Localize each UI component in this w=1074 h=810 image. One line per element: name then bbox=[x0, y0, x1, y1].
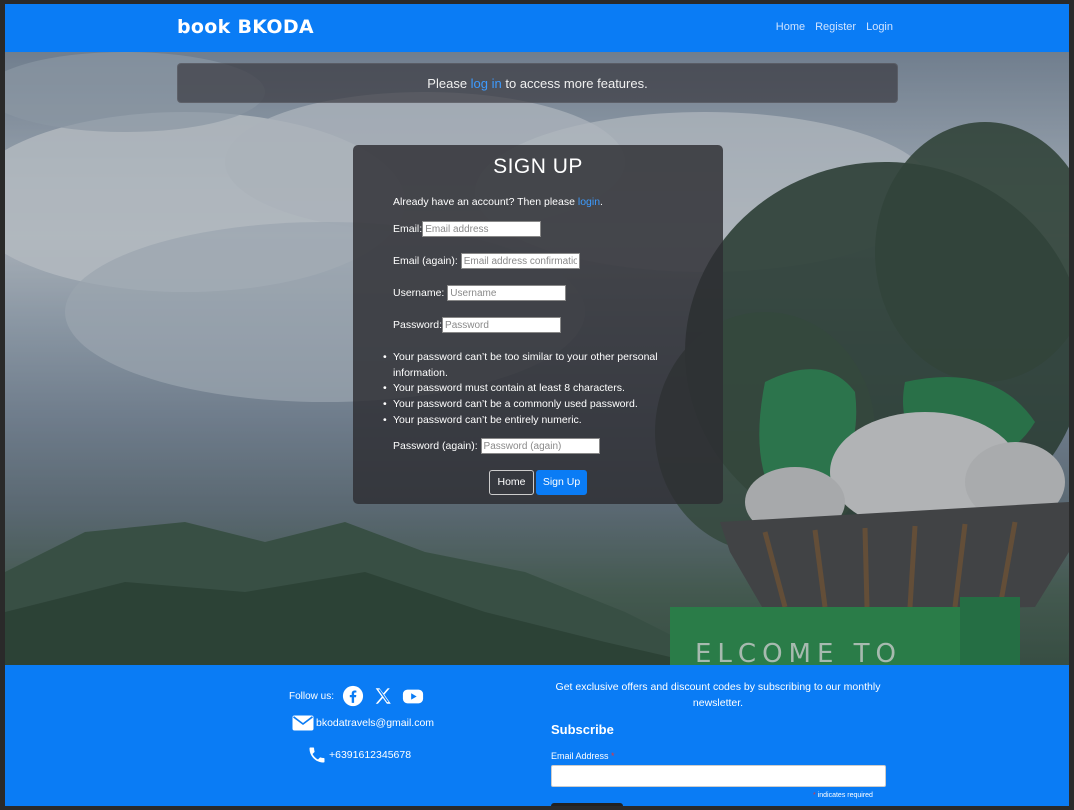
newsletter-offer: Get exclusive offers and discount codes … bbox=[555, 681, 881, 709]
alert-text-before: Please bbox=[427, 76, 471, 91]
newsletter-email-label-text: Email Address bbox=[551, 751, 609, 761]
contact-email: bkodatravels@gmail.com bbox=[292, 715, 434, 731]
email-field[interactable] bbox=[422, 221, 542, 237]
email-confirm-row: Email (again): bbox=[393, 253, 580, 269]
account-line: Already have an account? Then please log… bbox=[393, 196, 603, 208]
account-login-link[interactable]: login bbox=[578, 196, 600, 208]
password-row: Password: bbox=[393, 317, 562, 333]
footer: Follow us: bkodatravels@gmail.com +63916… bbox=[5, 665, 1069, 806]
alert-text-after: to access more features. bbox=[501, 76, 648, 91]
password-requirements: Your password can’t be too similar to yo… bbox=[383, 350, 663, 429]
follow-label: Follow us: bbox=[289, 690, 335, 702]
youtube-icon[interactable] bbox=[402, 685, 424, 707]
list-item: Your password can’t be a commonly used p… bbox=[383, 397, 663, 413]
home-button[interactable]: Home bbox=[489, 470, 534, 495]
required-note-marker: * bbox=[813, 792, 816, 799]
contact-phone-text[interactable]: +6391612345678 bbox=[329, 749, 411, 761]
list-item: Your password must contain at least 8 ch… bbox=[383, 381, 663, 397]
alert-login-link[interactable]: log in bbox=[471, 76, 502, 91]
subscribe-title: Subscribe bbox=[551, 722, 614, 737]
email-confirm-label: Email (again): bbox=[393, 254, 458, 267]
contact-phone: +6391612345678 bbox=[307, 745, 411, 765]
password-field[interactable] bbox=[442, 317, 562, 333]
username-label: Username: bbox=[393, 286, 445, 299]
envelope-icon bbox=[292, 715, 314, 731]
hero-background: ELCOME TO Please log in to access more f… bbox=[5, 52, 1069, 665]
account-suffix: . bbox=[600, 196, 603, 208]
facebook-icon[interactable] bbox=[342, 685, 364, 707]
subscribe-button[interactable] bbox=[551, 803, 623, 806]
navbar: book BKODA Home Register Login bbox=[5, 4, 1069, 52]
email-label: Email: bbox=[393, 222, 423, 235]
sign-up-button[interactable]: Sign Up bbox=[536, 470, 587, 495]
phone-icon bbox=[309, 747, 325, 763]
login-alert: Please log in to access more features. bbox=[177, 63, 898, 103]
nav-register-link[interactable]: Register bbox=[815, 21, 856, 33]
newsletter-email-input[interactable] bbox=[551, 765, 886, 787]
list-item: Your password can’t be too similar to yo… bbox=[383, 350, 663, 381]
brand-logo[interactable]: book BKODA bbox=[177, 16, 314, 38]
nav-home-link[interactable]: Home bbox=[776, 21, 805, 33]
password-confirm-field[interactable] bbox=[480, 438, 600, 454]
nav-login-link[interactable]: Login bbox=[866, 21, 893, 33]
signup-card: SIGN UP Already have an account? Then pl… bbox=[353, 145, 723, 504]
x-icon[interactable] bbox=[372, 685, 394, 707]
required-note: * indicates required bbox=[813, 792, 873, 799]
username-row: Username: bbox=[393, 285, 567, 301]
password-label: Password: bbox=[393, 318, 443, 331]
page: book BKODA Home Register Login ELCOME TO… bbox=[5, 4, 1069, 806]
password-confirm-label: Password (again): bbox=[393, 439, 478, 452]
nav-links: Home Register Login bbox=[776, 21, 893, 33]
list-item: Your password can’t be entirely numeric. bbox=[383, 413, 663, 429]
newsletter-email-label: Email Address * bbox=[551, 751, 615, 761]
account-prompt: Already have an account? Then please bbox=[393, 196, 578, 208]
social-follow: Follow us: bbox=[289, 685, 424, 707]
email-row: Email: bbox=[393, 221, 542, 237]
password-confirm-row: Password (again): bbox=[393, 438, 600, 454]
email-confirm-field[interactable] bbox=[460, 253, 580, 269]
required-marker: * bbox=[611, 751, 615, 761]
contact-email-text[interactable]: bkodatravels@gmail.com bbox=[316, 717, 434, 729]
username-field[interactable] bbox=[447, 285, 567, 301]
signup-title: SIGN UP bbox=[493, 155, 583, 178]
required-note-text: indicates required bbox=[817, 792, 873, 799]
